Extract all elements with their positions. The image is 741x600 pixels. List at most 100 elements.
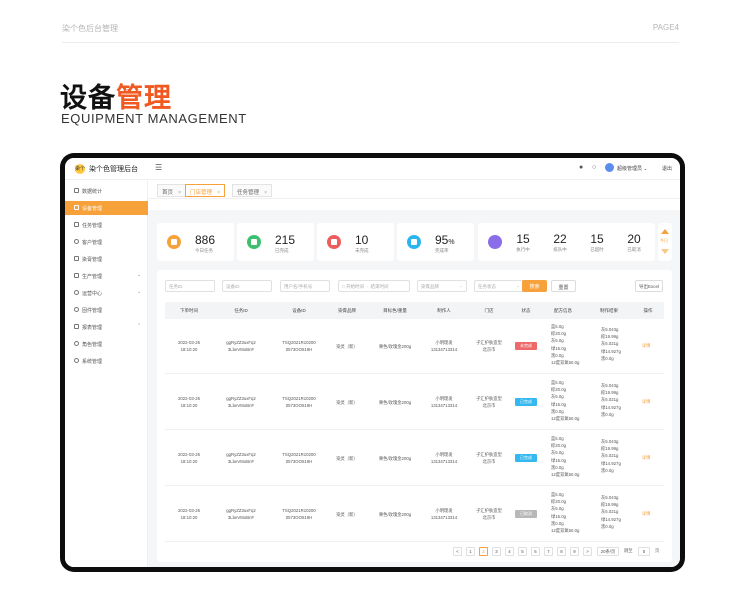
stat-card-breakdown: 15 执行中 22 排队中 15 已超时 20 已取消 <box>478 223 655 261</box>
chevron-down-icon: ⌄ <box>516 283 520 288</box>
close-icon[interactable]: × <box>264 190 267 196</box>
arrow-up-icon[interactable] <box>661 229 669 234</box>
detail-link[interactable]: 详情 <box>642 399 651 405</box>
sidebar-item-operations[interactable]: 运营中心 ⌄ <box>65 286 148 300</box>
make-result: 灰5.043g 棕19.99g 灰5.021g 绿14.927g 黑0.0g <box>601 495 621 529</box>
close-icon[interactable]: × <box>217 190 220 196</box>
page-button[interactable]: 6 <box>531 547 540 556</box>
status-badge: 未完成 <box>515 342 537 350</box>
sidebar-item-dyes[interactable]: 染膏管理 <box>65 252 148 266</box>
page-unit-label: 页 <box>655 548 660 553</box>
page-button[interactable]: 5 <box>518 547 527 556</box>
device-id: TSQ2021R10200 0573OO519H <box>282 508 316 520</box>
stat-label: 今日任务 <box>195 248 213 253</box>
tab-home[interactable]: 首页 × <box>157 184 187 197</box>
page-prev-button[interactable]: < <box>453 547 462 556</box>
device-id: TSQ2021R10200 0573OO519H <box>282 452 316 464</box>
dye-brand: 染灵（新） <box>336 512 358 517</box>
table-row: 2022-03-26 18:10:20 ggRyZZ3uxFq2 3LbeVMoBn… <box>165 375 664 430</box>
recipe-info: 蓝5.0g 棕20.0g 灰5.0g 绿15.0g 黑0.0g 12度双氧50.0g <box>551 436 580 478</box>
app-name: 染个色管理后台 <box>89 166 138 173</box>
column-header: 门店 <box>484 308 494 313</box>
page-next-button[interactable]: > <box>583 547 592 556</box>
stat-card-today: 886 今日任务 <box>157 223 234 261</box>
stat-value: 215 <box>275 233 296 247</box>
column-header: 状态 <box>521 308 531 313</box>
page-title: 设备管理 <box>60 76 172 115</box>
task-id: ggRyZZ3uxFq2 3LbeVMoBnF <box>226 396 256 408</box>
detail-link[interactable]: 详情 <box>642 455 651 461</box>
status-badge: 已完成 <box>515 454 537 462</box>
task-status-select[interactable]: 任务状态 ⌄ <box>474 280 524 292</box>
close-icon[interactable]: × <box>178 190 181 196</box>
page-button[interactable]: 8 <box>557 547 566 556</box>
arrow-down-icon[interactable] <box>661 249 669 254</box>
reset-button[interactable]: 重置 <box>551 280 576 292</box>
header-divider <box>62 42 679 43</box>
page-button-current[interactable]: 2 <box>479 547 488 556</box>
jump-label: 跳至 <box>624 548 633 553</box>
avatar[interactable] <box>605 163 614 172</box>
make-result: 灰5.043g 棕19.99g 灰5.021g 绿14.927g 黑0.0g <box>601 439 621 473</box>
sidebar-item-customers[interactable]: 客户管理 <box>65 235 148 249</box>
chevron-up-icon: ⌃ <box>137 323 142 329</box>
stat-label: 完成率 <box>435 248 449 253</box>
alert-icon <box>327 235 341 249</box>
globe-icon <box>74 290 79 295</box>
date-range-input[interactable]: □ 开始时间 - 结束时间 <box>338 280 410 292</box>
dye-brand-select[interactable]: 染膏品牌 ⌄ <box>417 280 467 292</box>
detail-link[interactable]: 详情 <box>642 511 651 517</box>
order-time: 2022-03-26 18:10:20 <box>178 396 200 408</box>
page-button[interactable]: 9 <box>570 547 579 556</box>
search-icon[interactable]: ● <box>579 164 583 171</box>
page-button[interactable]: 1 <box>466 547 475 556</box>
sidebar-item-production[interactable]: 生产管理 ⌄ <box>65 269 148 283</box>
sidebar-item-tasks[interactable]: 任务管理 <box>65 218 148 232</box>
main-content: 886 今日任务 215 已完成 10 未完成 95% 完成率 15 执行中 22… <box>148 210 680 567</box>
column-header: 任务ID <box>234 308 248 313</box>
sidebar-item-stats[interactable]: 数据统计 <box>65 184 148 198</box>
tab-store-management[interactable]: 门店管理 × <box>185 184 226 197</box>
sidebar-item-firmware[interactable]: 固件管理 <box>65 303 148 317</box>
task-id-input[interactable]: 任务ID <box>165 280 215 292</box>
page-button[interactable]: 4 <box>505 547 514 556</box>
brush-icon <box>74 256 79 261</box>
app-logo: 染个 <box>75 164 86 174</box>
menu-toggle-icon[interactable]: ☰ <box>155 163 162 172</box>
sidebar-item-reports[interactable]: 报表管理 ⌃ <box>65 320 148 334</box>
stat-cancelled: 20 已取消 <box>627 232 641 252</box>
page-size-select[interactable]: 20条/页 <box>597 547 619 556</box>
jump-input[interactable]: 5 <box>638 547 650 556</box>
logout-link[interactable]: 退出 <box>662 165 672 172</box>
recipe-info: 蓝5.0g 棕20.0g 灰5.0g 绿15.0g 黑0.0g 12度双氧50.0g <box>551 324 580 366</box>
app-header: 染个 染个色管理后台 ☰ ● ○ 超级管理员 ⌄ 退出 <box>65 158 680 180</box>
firmware-icon <box>74 307 79 312</box>
task-id: ggRyZZ3uxFq2 3LbeVMoBnF <box>226 340 256 352</box>
column-header: 染膏品牌 <box>338 308 356 313</box>
user-menu[interactable]: 超级管理员 ⌄ <box>617 165 648 172</box>
slide-page-number: PAGE4 <box>652 23 679 32</box>
export-button[interactable]: 导出Excel <box>635 280 663 292</box>
dye-brand: 染灵（新） <box>336 400 358 405</box>
app-screen: 染个 染个色管理后台 ☰ ● ○ 超级管理员 ⌄ 退出 数据统计 设备管理 任务… <box>65 158 680 567</box>
detail-link[interactable]: 详情 <box>642 343 651 349</box>
sidebar-item-roles[interactable]: 角色管理 <box>65 337 148 351</box>
stat-scroll-control[interactable]: 今日 <box>658 223 672 261</box>
sidebar-item-devices[interactable]: 设备管理 <box>65 201 148 215</box>
search-button[interactable]: 搜索 <box>522 280 547 292</box>
device-id: TSQ2021R10200 0573OO519H <box>282 340 316 352</box>
bell-icon[interactable]: ○ <box>592 164 596 171</box>
sidebar-item-system[interactable]: 系统管理 <box>65 354 148 368</box>
stat-label: 未完成 <box>355 248 369 253</box>
column-header: 设备ID <box>292 308 306 313</box>
stat-running: 15 执行中 <box>516 232 530 252</box>
customer-input[interactable]: 用户名/手机号 <box>280 280 330 292</box>
title-plain: 设备 <box>60 83 116 113</box>
tab-task-management[interactable]: 任务管理 × <box>232 184 273 197</box>
page-button[interactable]: 7 <box>544 547 553 556</box>
target-color: 栗色/玫瑰金200g <box>378 400 412 405</box>
page-button[interactable]: 3 <box>492 547 501 556</box>
scroll-label: 今日 <box>660 238 668 243</box>
table-row: 2022-03-26 18:10:20 ggRyZZ3uxFq2 3LbeVMoBn… <box>165 487 664 542</box>
device-id-input[interactable]: 设备ID <box>222 280 272 292</box>
